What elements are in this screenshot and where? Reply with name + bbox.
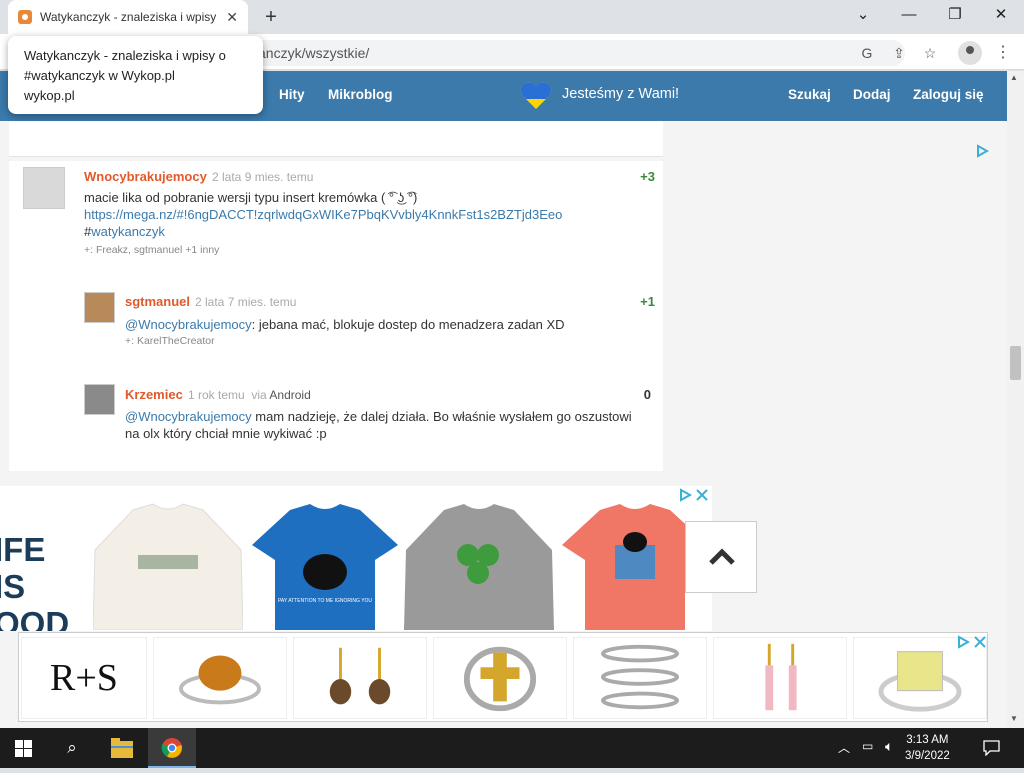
ad-banner-shirts[interactable]: IFE IS OOD PAY ATTENTION TO ME IGNORING … xyxy=(0,486,712,631)
windows-start-icon[interactable] xyxy=(15,740,32,757)
ad-close-icon[interactable] xyxy=(679,488,709,502)
wykop-favicon-icon xyxy=(18,10,32,24)
entry-plus-list[interactable]: +: Freakz, sgtmanuel +1 inny xyxy=(84,244,219,256)
ad-close-icon[interactable] xyxy=(957,635,987,649)
ad-brand-logo: R+S xyxy=(21,637,147,719)
shirt-white-image[interactable] xyxy=(93,500,243,630)
shirt-caption: PAY ATTENTION TO ME IGNORING YOU xyxy=(278,598,372,604)
tooltip-title-line2: #watykanczyk w Wykop.pl xyxy=(24,68,175,83)
translate-icon[interactable]: G xyxy=(856,42,878,64)
ad-brand-text: IFE IS OOD xyxy=(0,531,69,631)
page-scrollbar[interactable] xyxy=(1007,71,1024,728)
new-tab-button[interactable]: + xyxy=(258,4,284,30)
tab-hover-tooltip: Watykanczyk - znaleziska i wpisy o #waty… xyxy=(8,36,263,114)
close-window-button[interactable]: ✕ xyxy=(978,0,1024,32)
comment-author[interactable]: sgtmanuel xyxy=(125,294,190,309)
profile-avatar-icon[interactable] xyxy=(958,41,982,65)
avatar[interactable] xyxy=(84,292,115,323)
ukraine-support-text[interactable]: Jesteśmy z Wami! xyxy=(562,86,679,102)
jewelry-bracelets-image[interactable] xyxy=(573,637,707,719)
brand-line: OOD xyxy=(0,605,70,631)
comment-author[interactable]: Krzemiec xyxy=(125,387,183,402)
entry-text: macie lika od pobranie wersji typu inser… xyxy=(84,190,418,205)
tab-title: Watykanczyk - znaleziska i wpisy xyxy=(40,10,217,24)
minimize-button[interactable]: — xyxy=(886,0,932,32)
comment-text-line1: mam nadzieję, że dalej działa. Bo właśni… xyxy=(251,409,632,424)
network-icon[interactable]: ▭ xyxy=(862,739,873,753)
scroll-to-top-button[interactable] xyxy=(685,521,757,593)
comment-score[interactable]: +1 xyxy=(640,294,655,309)
adchoices-icon[interactable] xyxy=(975,144,989,158)
search-icon[interactable]: ⌕ xyxy=(48,728,96,768)
taskbar-clock[interactable]: 3:13 AM 3/9/2022 xyxy=(905,732,950,764)
chevron-up-icon xyxy=(709,548,735,565)
comment-via: via xyxy=(251,388,267,402)
volume-icon[interactable]: 🔈︎ xyxy=(885,738,893,755)
jewelry-yellow-ring-image[interactable] xyxy=(853,637,987,719)
tab-search-icon[interactable]: ⌄ xyxy=(840,0,886,32)
comment-body: @Wnocybrakujemocy mam nadzieję, że dalej… xyxy=(125,408,645,442)
shirt-gray-clover-image[interactable] xyxy=(404,500,554,630)
comment-time[interactable]: 2 lata 7 mies. temu xyxy=(195,295,296,309)
chrome-taskbar-button[interactable] xyxy=(148,728,196,768)
comment-mention[interactable]: @Wnocybrakujemocy xyxy=(125,409,252,424)
entry-tag[interactable]: watykanczyk xyxy=(91,224,165,239)
tab-close-icon[interactable]: ✕ xyxy=(226,9,238,26)
comment-text: : jebana mać, blokuje dostep do menadzer… xyxy=(251,317,565,332)
scrollbar-thumb[interactable] xyxy=(1010,346,1021,380)
nav-mikroblog[interactable]: Mikroblog xyxy=(328,87,393,102)
nav-hity[interactable]: Hity xyxy=(279,87,305,102)
avatar[interactable] xyxy=(23,167,65,209)
tooltip-domain: wykop.pl xyxy=(24,88,75,103)
nav-szukaj[interactable]: Szukaj xyxy=(788,87,831,102)
browser-menu-icon[interactable]: ⋮ xyxy=(992,42,1014,64)
brand-line: IFE xyxy=(0,531,46,568)
bookmark-star-icon[interactable]: ☆ xyxy=(919,42,941,64)
entry-link[interactable]: https://mega.nz/#!6ngDACCT!zqrlwdqGxWIKe… xyxy=(84,206,644,223)
entry-card: Wnocybrakujemocy 2 lata 9 mies. temu +3 … xyxy=(9,161,663,471)
jewelry-pink-earrings-image[interactable] xyxy=(713,637,847,719)
web-page: Hity Mikroblog Jesteśmy z Wami! Szukaj D… xyxy=(0,71,1007,728)
notifications-icon[interactable] xyxy=(983,740,1000,756)
comment-device[interactable]: Android xyxy=(269,388,310,402)
nav-dodaj[interactable]: Dodaj xyxy=(853,87,891,102)
ukraine-heart-icon xyxy=(520,82,552,109)
entry-score[interactable]: +3 xyxy=(640,169,655,184)
comment-plus-list[interactable]: +: KarelTheCreator xyxy=(125,335,215,347)
comment-mention[interactable]: @Wnocybrakujemocy xyxy=(125,317,252,332)
comment-score[interactable]: 0 xyxy=(644,387,651,402)
restore-button[interactable]: ❐ xyxy=(932,0,978,32)
avatar[interactable] xyxy=(84,384,115,415)
tooltip-title-line1: Watykanczyk - znaleziska i wpisy o xyxy=(24,48,226,63)
clock-time: 3:13 AM xyxy=(906,734,949,746)
entry-author[interactable]: Wnocybrakujemocy xyxy=(84,169,207,184)
share-icon[interactable]: ⇪ xyxy=(888,42,910,64)
file-explorer-icon[interactable] xyxy=(111,738,133,758)
entry-time[interactable]: 2 lata 9 mies. temu xyxy=(212,170,313,184)
tray-chevron-up-icon[interactable]: ︿ xyxy=(838,739,850,756)
jewelry-cross-ring-image[interactable] xyxy=(433,637,567,719)
browser-tab[interactable]: Watykanczyk - znaleziska i wpisy ✕ xyxy=(8,0,248,34)
jewelry-earrings-image[interactable] xyxy=(293,637,427,719)
comment-time[interactable]: 1 rok temu via Android xyxy=(188,388,311,402)
scroll-up-arrow-icon[interactable]: ▲ xyxy=(1010,73,1018,82)
scroll-down-arrow-icon[interactable]: ▼ xyxy=(1010,714,1018,723)
previous-entry-bottom xyxy=(9,121,663,157)
jewelry-ring-amber-image[interactable] xyxy=(153,637,287,719)
entry-body: macie lika od pobranie wersji typu inser… xyxy=(84,189,644,240)
comment-time-value: 1 rok temu xyxy=(188,388,245,402)
comment-text-line2: na olx który chciał mnie wykiwać :p xyxy=(125,426,327,441)
nav-zaloguj[interactable]: Zaloguj się xyxy=(913,87,984,102)
clock-date: 3/9/2022 xyxy=(905,750,950,762)
comment-body: @Wnocybrakujemocy: jebana mać, blokuje d… xyxy=(125,316,645,333)
brand-line: IS xyxy=(0,568,26,605)
chrome-icon xyxy=(161,738,182,758)
ad-banner-jewelry[interactable]: R+S xyxy=(18,632,988,722)
windows-taskbar: ⌕ ︿ ▭ 🔈︎ 3:13 AM 3/9/2022 xyxy=(0,728,1024,768)
shirt-blue-cat-image[interactable]: PAY ATTENTION TO ME IGNORING YOU xyxy=(250,500,400,630)
entry-tag-line: #watykanczyk xyxy=(84,223,644,240)
